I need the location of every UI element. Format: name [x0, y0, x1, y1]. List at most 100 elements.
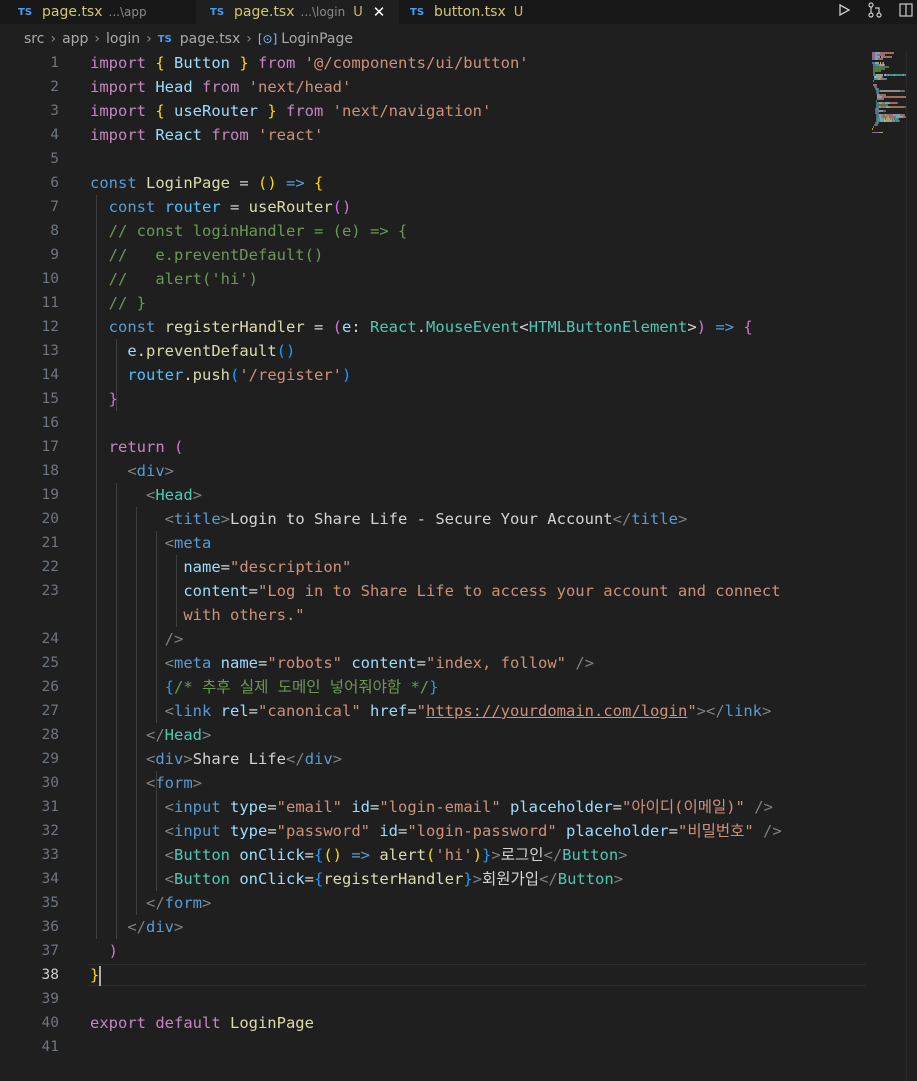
code-line[interactable]: <title>Login to Share Life - Secure Your…	[90, 507, 688, 531]
code-line[interactable]: e.preventDefault()	[90, 339, 295, 363]
code-token: input	[174, 798, 230, 816]
code-line[interactable]: <div>Share Life</div>	[90, 747, 342, 771]
code-token: href	[370, 702, 408, 720]
breadcrumb-file[interactable]: page.tsx	[180, 31, 240, 47]
line-number: 9	[50, 247, 59, 263]
code-token: "login-password"	[407, 822, 566, 840]
tab-button[interactable]: TS button.tsx U	[410, 0, 523, 24]
minimap-line	[885, 110, 886, 112]
tab-label: page.tsx	[234, 4, 295, 20]
code-line[interactable]: // e.preventDefault()	[90, 243, 324, 267]
code-line[interactable]: // alert('hi')	[90, 267, 258, 291]
code-line[interactable]: const router = useRouter()	[90, 195, 352, 219]
code-token: }	[230, 54, 258, 72]
code-token: ()	[323, 846, 352, 864]
breadcrumb-symbol[interactable]: LoginPage	[281, 31, 353, 47]
breadcrumb-src[interactable]: src	[24, 31, 44, 47]
code-line[interactable]: )	[90, 939, 118, 963]
code-line[interactable]: </form>	[90, 891, 211, 915]
code-token: Share Life	[192, 750, 287, 768]
code-line[interactable]: <Head>	[90, 483, 202, 507]
code-token: {	[164, 678, 174, 696]
editor-actions	[837, 0, 917, 24]
code-line[interactable]: <Button onClick={() => alert('hi')}>로그인<…	[90, 843, 628, 867]
code-token: <	[164, 510, 174, 528]
code-line[interactable]: }	[90, 387, 118, 411]
minimap-line	[873, 80, 874, 82]
code-token: e	[342, 318, 352, 336]
code-token: >	[491, 846, 501, 864]
code-token: =	[267, 798, 277, 816]
code-token: 'hi'	[435, 846, 473, 864]
code-line[interactable]: // const loginHandler = (e) => {	[90, 219, 408, 243]
code-line[interactable]: // }	[90, 291, 146, 315]
code-line[interactable]: <link rel="canonical" href="https://your…	[90, 699, 772, 723]
code-token: router	[127, 366, 184, 384]
code-token: {	[155, 54, 174, 72]
code-line[interactable]: import { Button } from '@/components/ui/…	[90, 51, 529, 75]
line-number: 10	[41, 271, 59, 287]
split-editor-icon[interactable]	[899, 3, 913, 21]
code-token: // alert('hi')	[90, 270, 258, 288]
code-line[interactable]: <form>	[90, 771, 202, 795]
minimap-line	[885, 78, 886, 80]
code-line[interactable]: </Head>	[90, 723, 211, 747]
vertical-scrollbar[interactable]	[906, 51, 917, 1081]
code-editor[interactable]: 1 import { Button } from '@/components/ui…	[0, 51, 866, 1081]
code-token: const	[90, 174, 146, 192]
code-token: 'react'	[258, 126, 324, 144]
typescript-icon: TS	[410, 6, 425, 18]
code-line[interactable]: <meta name="robots" content="index, foll…	[90, 651, 594, 675]
chevron-right-icon: ›	[94, 31, 101, 47]
code-token: /* 추후 실제 도메인 넣어줘야함 */	[174, 678, 430, 696]
code-line[interactable]: export default LoginPage	[90, 1011, 314, 1035]
code-line[interactable]: const registerHandler = (e: React.MouseE…	[90, 315, 753, 339]
code-token: content	[351, 654, 417, 672]
code-line[interactable]: name="description"	[90, 555, 351, 579]
indent-guide	[136, 507, 137, 915]
code-line[interactable]: return (	[90, 435, 184, 459]
code-line[interactable]: {/* 추후 실제 도메인 넣어줘야함 */}	[90, 675, 439, 699]
source-control-compare-icon[interactable]	[867, 2, 883, 22]
code-token: form	[164, 894, 202, 912]
code-line[interactable]: </div>	[90, 915, 183, 939]
code-line[interactable]: <input type="password" id="login-passwor…	[90, 819, 782, 843]
code-line[interactable]: <div>	[90, 459, 174, 483]
code-token: =	[230, 174, 258, 192]
line-number: 36	[41, 919, 59, 935]
code-token: >	[164, 462, 175, 480]
code-line[interactable]: import React from 'react'	[90, 123, 323, 147]
breadcrumb-app[interactable]: app	[62, 31, 88, 47]
code-token: />	[164, 630, 184, 648]
code-line[interactable]: import Head from 'next/head'	[90, 75, 351, 99]
tab-page-app[interactable]: TS page.tsx ...\app	[18, 0, 147, 24]
code-line[interactable]: with others."	[90, 603, 305, 627]
indent-guide	[156, 771, 157, 891]
line-number: 2	[50, 79, 59, 95]
code-line[interactable]: <input type="email" id="login-email" pla…	[90, 795, 773, 819]
code-line[interactable]: }	[90, 963, 102, 987]
close-icon[interactable]: ✕	[373, 3, 386, 21]
code-line[interactable]: <meta	[90, 531, 212, 555]
code-token: with others."	[183, 606, 305, 624]
code-token: Head	[155, 486, 193, 504]
code-line[interactable]: const LoginPage = () => {	[90, 171, 323, 195]
code-line[interactable]: import { useRouter } from 'next/navigati…	[90, 99, 491, 123]
line-number: 33	[41, 847, 59, 863]
code-token: "아이디(이메일)"	[622, 798, 755, 816]
breadcrumb-login[interactable]: login	[106, 31, 140, 47]
code-token: useRouter	[174, 102, 258, 120]
breadcrumb: src › app › login › TS page.tsx › [⊙] Lo…	[0, 28, 917, 50]
code-line[interactable]: router.push('/register')	[90, 363, 351, 387]
tab-page-login[interactable]: TS page.tsx ...\login U ✕	[196, 0, 400, 24]
line-number: 22	[41, 559, 59, 575]
run-icon[interactable]	[837, 3, 851, 21]
code-token: =>	[351, 846, 380, 864]
line-number: 12	[41, 319, 59, 335]
code-line[interactable]: <Button onClick={registerHandler}>회원가입</…	[90, 867, 623, 891]
code-line[interactable]: content="Log in to Share Life to access …	[90, 579, 780, 603]
code-token: Button	[557, 870, 614, 888]
